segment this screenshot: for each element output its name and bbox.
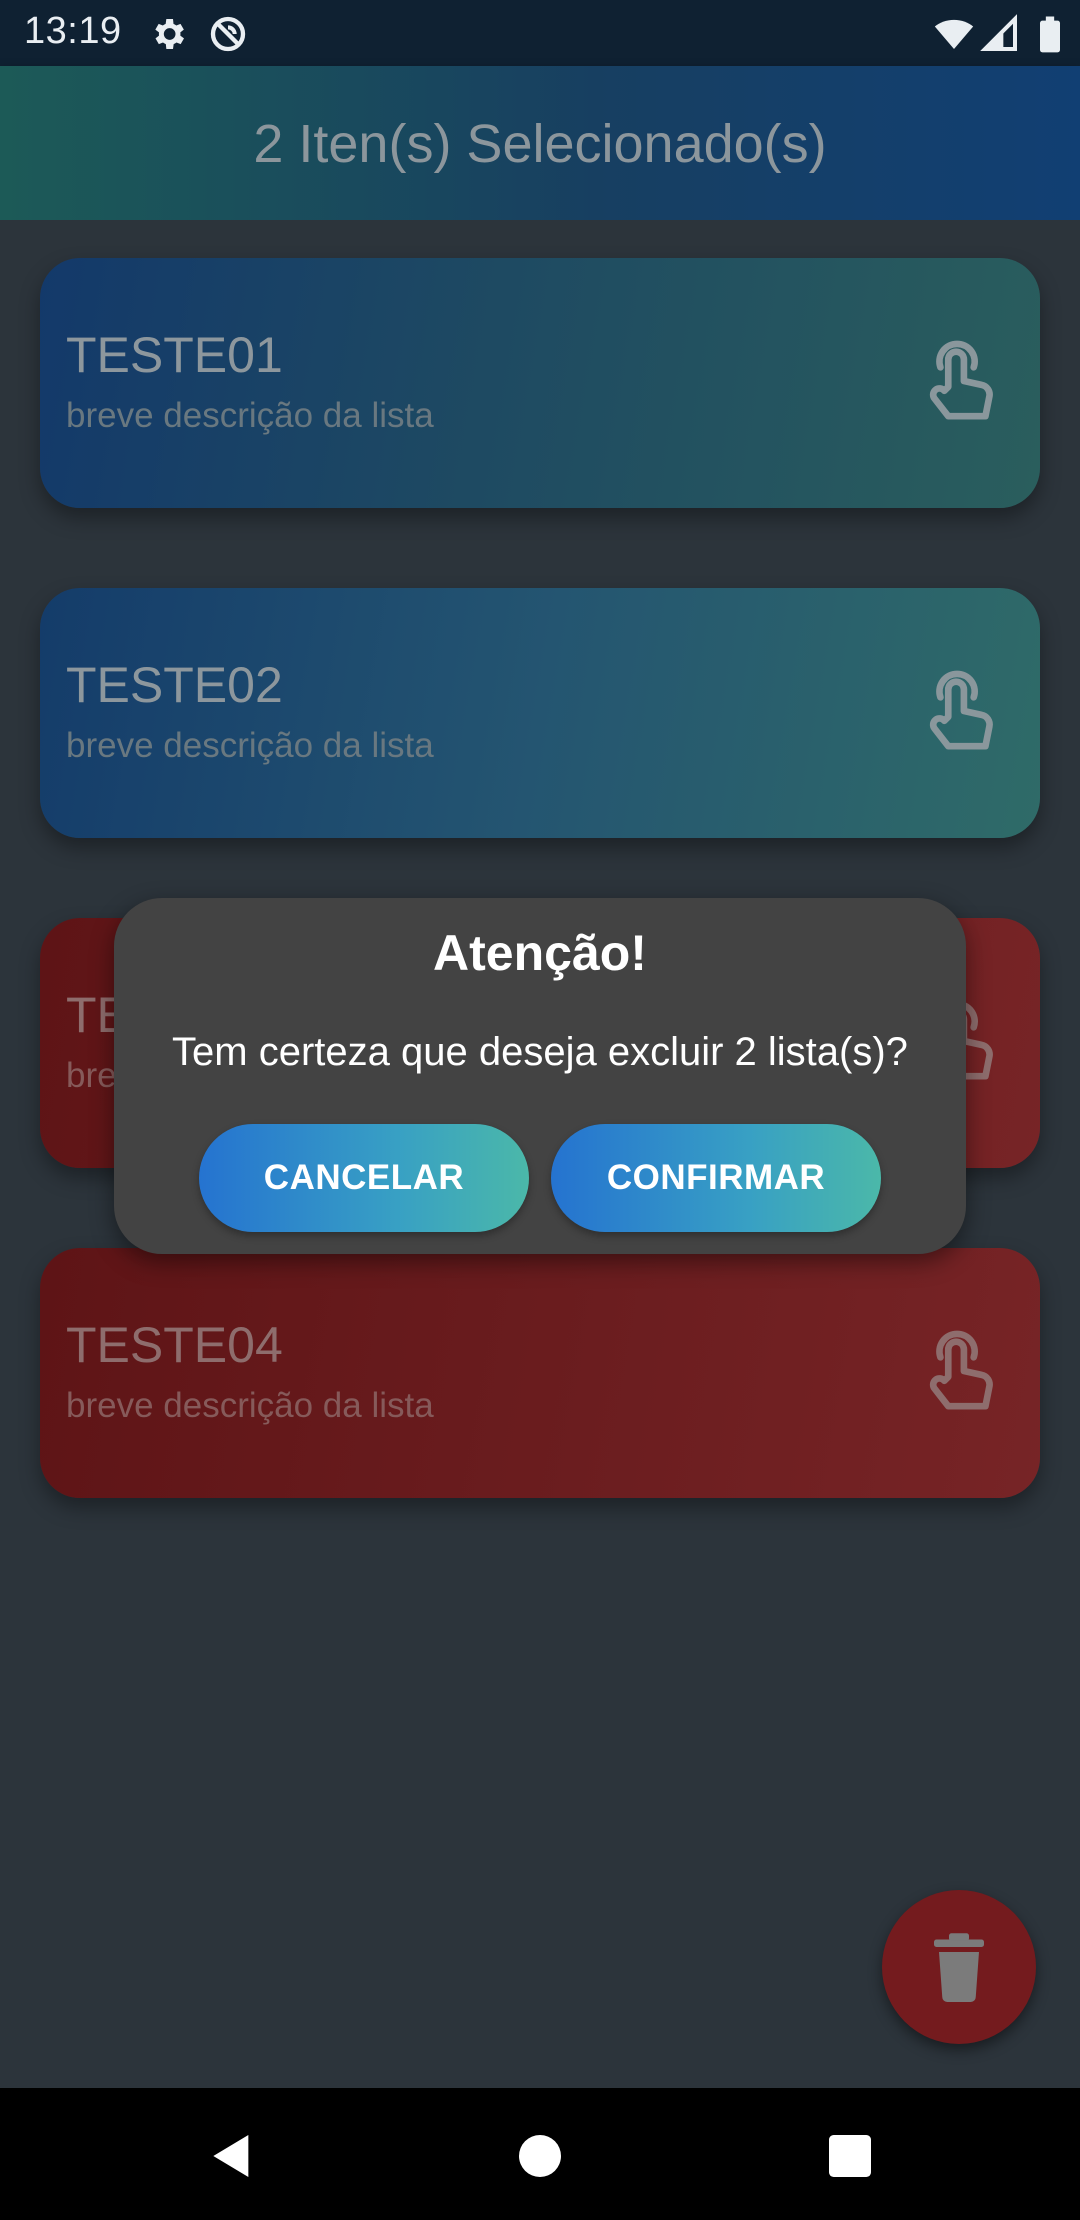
list-item-description: breve descrição da lista [66, 1386, 434, 1425]
list-item-teste01[interactable]: TESTE01 breve descrição da lista [40, 258, 1040, 508]
app-bar: 2 Iten(s) Selecionado(s) [0, 66, 1080, 220]
dialog-message: Tem certeza que deseja excluir 2 lista(s… [172, 1030, 908, 1074]
list-item-description: breve descrição da lista [66, 396, 434, 435]
confirm-button[interactable]: CONFIRMAR [551, 1124, 881, 1232]
recents-icon[interactable] [822, 2128, 878, 2184]
touch-icon [929, 340, 993, 420]
list-item-title: TESTE02 [66, 657, 283, 713]
home-icon[interactable] [512, 2128, 568, 2184]
list-item-description: breve descrição da lista [66, 726, 434, 765]
list-item-teste04[interactable]: TESTE04 breve descrição da lista [40, 1248, 1040, 1498]
status-time: 13:19 [24, 10, 122, 52]
gear-icon [155, 19, 184, 49]
list-item-title: TESTE04 [66, 1317, 283, 1373]
status-bar: 13:19 [0, 0, 1080, 66]
touch-icon [929, 670, 993, 750]
trash-icon [934, 1933, 984, 2002]
back-icon[interactable] [204, 2128, 260, 2184]
dialog-title: Atenção! [433, 925, 647, 981]
list-item-title: TESTE01 [66, 327, 283, 383]
confirm-delete-dialog: Atenção! Tem certeza que deseja excluir … [114, 898, 966, 1254]
touch-icon [929, 1330, 993, 1410]
list-item-teste02[interactable]: TESTE02 breve descrição da lista [40, 588, 1040, 838]
list-item-description: bre [66, 1056, 117, 1095]
page-title: 2 Iten(s) Selecionado(s) [253, 114, 827, 174]
cancel-button[interactable]: CANCELAR [199, 1124, 529, 1232]
do-not-disturb-icon [210, 16, 246, 52]
wifi-icon [934, 19, 974, 49]
battery-icon [1040, 16, 1060, 53]
delete-fab[interactable] [882, 1890, 1036, 2044]
system-nav-bar [0, 2088, 1080, 2220]
signal-icon [980, 14, 1017, 51]
